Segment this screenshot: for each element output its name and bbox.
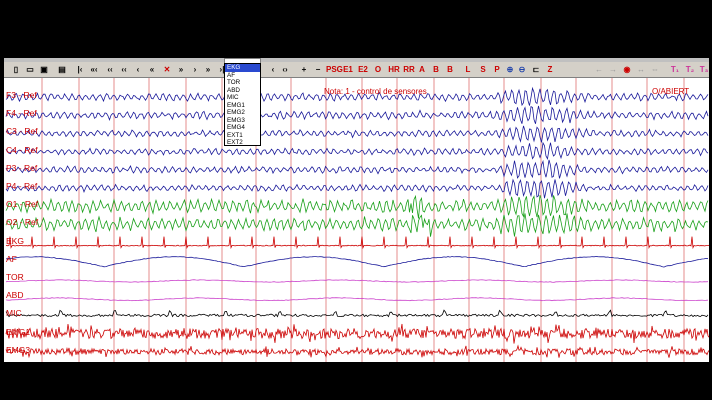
dropdown-option[interactable]: ABD bbox=[225, 87, 260, 95]
signal-trace bbox=[5, 297, 709, 302]
stop-icon[interactable]: ✕ bbox=[161, 63, 173, 76]
event-marker-text: O/ABIERT bbox=[652, 87, 690, 96]
toolbar: ▯ ▭ ▣ ▤ |‹ «‹ ‹‹ ‹‹ ‹ «✕» ›» ›| ‹ ‹› + − PSG E1 E2 O HR RR A B B… bbox=[4, 62, 709, 78]
bracket-icon[interactable]: ⊏ bbox=[530, 63, 542, 76]
event1-icon[interactable]: E1 bbox=[342, 63, 354, 76]
dropdown-option[interactable]: EXT2 bbox=[225, 139, 260, 147]
zoom-in-icon[interactable]: ⊕ bbox=[504, 63, 516, 76]
prev-icon[interactable]: ‹‹ bbox=[118, 63, 130, 76]
channel-dropdown[interactable]: EKG AF TOR ABD MIC EMG1 EMG2 EMG3 EMG4 EXT1 EXT2 bbox=[224, 63, 261, 146]
event2-icon[interactable]: E2 bbox=[357, 63, 369, 76]
psg-icon[interactable]: PSG bbox=[326, 63, 343, 76]
level-icon[interactable]: L bbox=[462, 63, 474, 76]
scroll-right-icon[interactable]: ‹› bbox=[279, 63, 291, 76]
expand-icon[interactable]: ⇔ bbox=[649, 63, 661, 76]
rr-icon[interactable]: RR bbox=[403, 63, 415, 76]
dropdown-option[interactable]: TOR bbox=[225, 79, 260, 87]
dropdown-option[interactable]: EMG2 bbox=[225, 109, 260, 117]
channel-label[interactable]: MIC bbox=[6, 308, 22, 318]
save-icon[interactable]: ▣ bbox=[38, 63, 50, 76]
signal-trace bbox=[5, 344, 709, 359]
arrow-left-icon[interactable]: ← bbox=[593, 63, 605, 76]
forward-icon[interactable]: » bbox=[202, 63, 214, 76]
signal-trace bbox=[5, 279, 709, 283]
z-icon[interactable]: Z bbox=[544, 63, 556, 76]
artifact-icon[interactable]: A bbox=[416, 63, 428, 76]
rewind-icon[interactable]: ‹‹ bbox=[104, 63, 116, 76]
channel-label[interactable]: O2 - Ref bbox=[6, 217, 38, 227]
signal-trace bbox=[5, 213, 709, 237]
b2-icon[interactable]: B bbox=[444, 63, 456, 76]
t2-icon[interactable]: T₂ bbox=[684, 63, 696, 76]
move-icon[interactable]: ↔ bbox=[635, 63, 647, 76]
s-icon[interactable]: S bbox=[477, 63, 489, 76]
open-folder-icon[interactable]: ▭ bbox=[24, 63, 36, 76]
signal-trace bbox=[5, 194, 709, 219]
b1-icon[interactable]: B bbox=[430, 63, 442, 76]
zoom-out-icon[interactable]: ⊖ bbox=[516, 63, 528, 76]
channel-label[interactable]: C4 - Ref bbox=[6, 145, 38, 155]
dropdown-option[interactable]: MIC bbox=[225, 94, 260, 102]
back-double-icon[interactable]: « bbox=[146, 63, 158, 76]
forward-double-icon[interactable]: » bbox=[175, 63, 187, 76]
step-back-icon[interactable]: ‹ bbox=[132, 63, 144, 76]
circle-icon[interactable]: O bbox=[372, 63, 384, 76]
dropdown-option[interactable]: EMG1 bbox=[225, 102, 260, 110]
signal-trace bbox=[5, 159, 709, 179]
arrow-right-icon[interactable]: → bbox=[607, 63, 619, 76]
channel-label[interactable]: F3 - Ref bbox=[6, 90, 37, 100]
step-forward-icon[interactable]: › bbox=[189, 63, 201, 76]
signal-trace bbox=[5, 141, 709, 161]
channel-label[interactable]: AF bbox=[6, 254, 17, 264]
print-icon[interactable]: ▤ bbox=[56, 63, 68, 76]
signal-trace bbox=[5, 178, 709, 199]
channel-label[interactable]: EKG bbox=[6, 236, 24, 246]
channel-label[interactable]: EMG3 bbox=[6, 345, 30, 355]
signal-plot[interactable]: F3 - Ref F4 - Ref C3 - Ref C4 - Ref P3 - Ref… bbox=[4, 78, 709, 362]
first-page-icon[interactable]: |‹ bbox=[74, 63, 86, 76]
target-icon[interactable]: ◉ bbox=[621, 63, 633, 76]
channel-label[interactable]: P3 - Ref bbox=[6, 163, 37, 173]
channel-label[interactable]: TOR bbox=[6, 272, 24, 282]
signal-trace bbox=[5, 309, 709, 318]
signal-trace bbox=[5, 236, 709, 250]
hr-icon[interactable]: HR bbox=[388, 63, 400, 76]
signal-canvas bbox=[5, 78, 709, 362]
channel-label[interactable]: P4 - Ref bbox=[6, 181, 37, 191]
p-icon[interactable]: P bbox=[491, 63, 503, 76]
gain-down-icon[interactable]: − bbox=[312, 63, 324, 76]
gain-up-icon[interactable]: + bbox=[298, 63, 310, 76]
channel-label[interactable]: C3 - Ref bbox=[6, 126, 38, 136]
signal-trace bbox=[5, 125, 709, 143]
channel-label[interactable]: EMG1 bbox=[6, 327, 30, 337]
signal-trace bbox=[5, 323, 709, 344]
dropdown-option[interactable]: AF bbox=[225, 72, 260, 80]
channel-label[interactable]: O1 - Ref bbox=[6, 199, 38, 209]
dropdown-option[interactable]: EKG bbox=[225, 64, 260, 72]
signal-trace bbox=[5, 105, 709, 124]
new-page-icon[interactable]: ▯ bbox=[10, 63, 22, 76]
dropdown-option[interactable]: EXT1 bbox=[225, 132, 260, 140]
t1-icon[interactable]: T₁ bbox=[669, 63, 681, 76]
t3-icon[interactable]: T₃ bbox=[698, 63, 709, 76]
dropdown-option[interactable]: EMG4 bbox=[225, 124, 260, 132]
channel-label[interactable]: ABD bbox=[6, 290, 23, 300]
channel-label[interactable]: F4 - Ref bbox=[6, 108, 37, 118]
app-window: ▯ ▭ ▣ ▤ |‹ «‹ ‹‹ ‹‹ ‹ «✕» ›» ›| ‹ ‹› + − PSG E1 E2 O HR RR A B B… bbox=[4, 58, 709, 362]
rewind-fast-icon[interactable]: «‹ bbox=[88, 63, 100, 76]
signal-trace bbox=[5, 256, 709, 268]
dropdown-option[interactable]: EMG3 bbox=[225, 117, 260, 125]
scroll-left-icon[interactable]: ‹ bbox=[267, 63, 279, 76]
note-text: Nota: 1 - control de sensores bbox=[324, 87, 427, 96]
